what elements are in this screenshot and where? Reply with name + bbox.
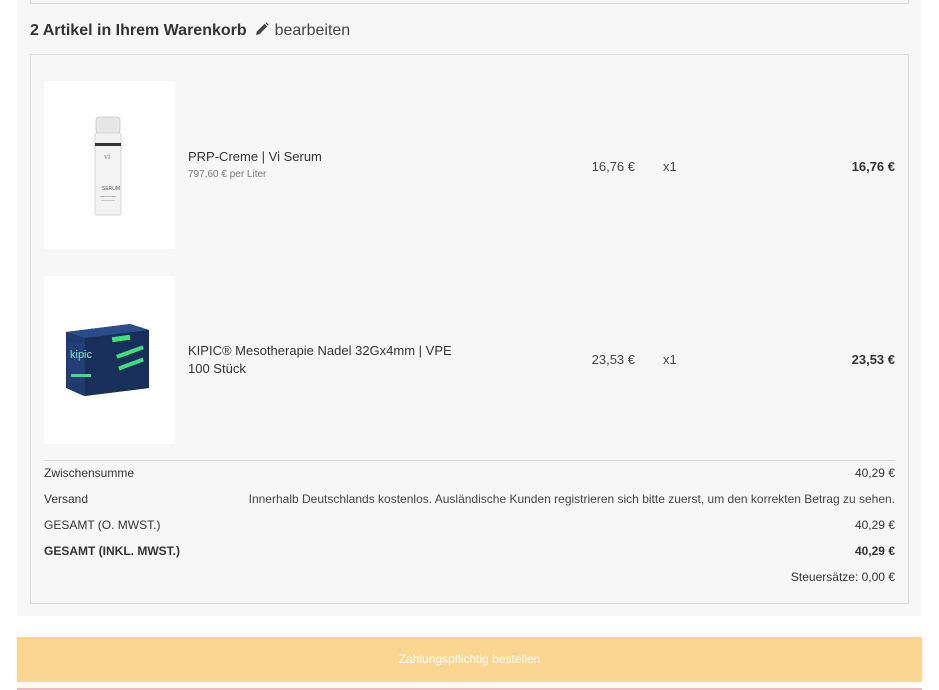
net-total-row: GESAMT (O. MWST.) 40,29 € (44, 516, 895, 534)
cart-items-box: vi SERUM PRP-Creme | Vi Serum 797,60 € p… (30, 54, 909, 604)
item-total: 16,76 € (851, 159, 895, 174)
subtotal-row: Zwischensumme 40,29 € (44, 464, 895, 482)
item-total: 23,53 € (851, 352, 895, 367)
item-name[interactable]: PRP-Creme | Vi Serum (188, 148, 468, 166)
checkout-panel: 2 Artikel in Ihrem Warenkorb bearbeiten … (17, 0, 921, 616)
item-price: 23,53 € (591, 352, 635, 367)
summary-divider (44, 460, 895, 461)
shipping-value: Innerhalb Deutschlands kostenlos. Auslän… (248, 492, 895, 506)
gross-total-value: 40,29 € (854, 544, 895, 558)
pencil-icon[interactable] (251, 22, 270, 39)
place-order-button[interactable]: Zahlungspflichtig bestellen (17, 637, 922, 682)
tax-rates-row: Steuersätze: 0,00 € (44, 568, 895, 586)
cart-item: kipic KIPIC® Mesotherapie Nadel 32Gx4mm … (31, 276, 908, 446)
item-name[interactable]: KIPIC® Mesotherapie Nadel 32Gx4mm | VPE … (188, 342, 468, 378)
gross-total-row: GESAMT (INKL. MWST.) 40,29 € (44, 542, 895, 560)
cart-heading: 2 Artikel in Ihrem Warenkorb bearbeiten (30, 22, 350, 40)
cart-item: vi SERUM PRP-Creme | Vi Serum 797,60 € p… (31, 81, 908, 251)
edit-cart-link[interactable]: bearbeiten (275, 22, 351, 39)
previous-section-box (30, 0, 909, 4)
tax-rates-value: Steuersätze: 0,00 € (790, 570, 895, 584)
svg-text:kipic: kipic (70, 349, 93, 361)
svg-text:vi: vi (104, 152, 111, 161)
shipping-row: Versand Innerhalb Deutschlands kostenlos… (44, 490, 895, 508)
net-total-value: 40,29 € (854, 518, 895, 532)
serum-bottle-image[interactable]: vi SERUM (44, 81, 175, 249)
svg-text:SERUM: SERUM (102, 186, 120, 192)
gross-total-label: GESAMT (INKL. MWST.) (44, 544, 180, 558)
cart-count-label: 2 Artikel in Ihrem Warenkorb (30, 22, 247, 39)
item-price: 16,76 € (591, 159, 635, 174)
shipping-label: Versand (44, 492, 89, 506)
needle-box-image[interactable]: kipic (44, 276, 175, 444)
item-quantity: x1 (663, 159, 677, 174)
item-quantity: x1 (663, 352, 677, 367)
item-unit-price-info: 797,60 € per Liter (188, 169, 267, 180)
subtotal-value: 40,29 € (854, 466, 895, 480)
subtotal-label: Zwischensumme (44, 466, 135, 480)
net-total-label: GESAMT (O. MWST.) (44, 518, 161, 532)
